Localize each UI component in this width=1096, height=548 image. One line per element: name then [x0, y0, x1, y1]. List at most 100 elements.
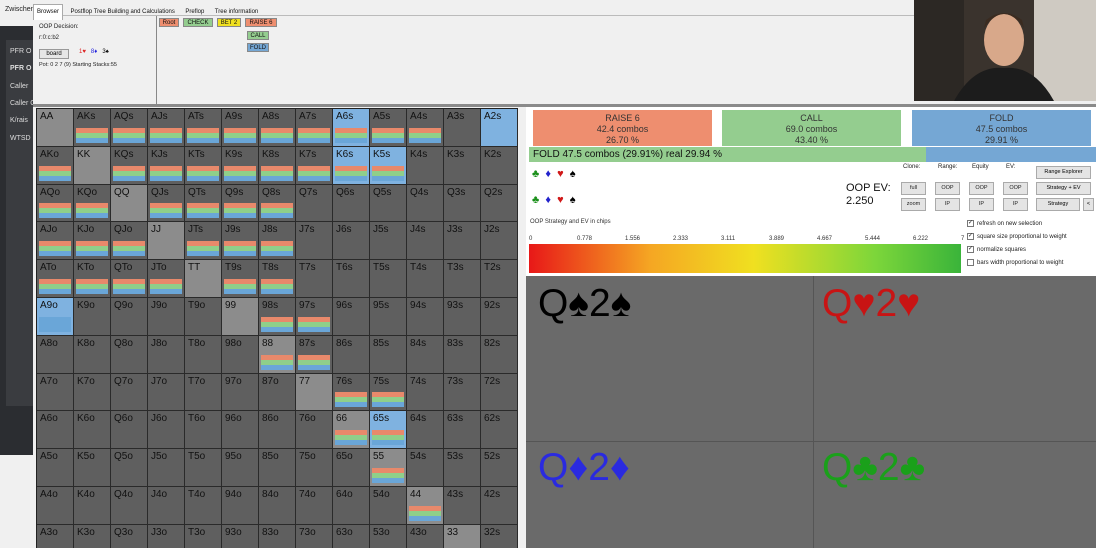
normalize-checkbox[interactable]: ✓ normalize squares [967, 246, 1026, 253]
collapse-arrow-button[interactable]: < [1083, 198, 1094, 211]
hand-cell[interactable]: T3o [185, 524, 222, 548]
hand-cell[interactable]: K3o [74, 524, 111, 548]
hand-cell[interactable]: JTs [185, 222, 222, 261]
club-icon[interactable]: ♣ [532, 168, 539, 180]
combo-spades[interactable]: Q♠2♠ [538, 284, 631, 324]
hand-cell[interactable]: QJs [148, 184, 185, 223]
hand-cell[interactable]: 54s [407, 449, 444, 487]
equity-oop-button[interactable]: OOP [969, 182, 994, 195]
hand-cell[interactable]: 62s [481, 411, 518, 450]
hand-cell[interactable]: K3s [444, 146, 481, 185]
hand-cell[interactable]: 63s [444, 411, 481, 450]
sidebar-item[interactable]: K/rais [10, 117, 28, 124]
hand-cell[interactable]: 83o [259, 524, 296, 548]
hand-cell[interactable]: A8o [37, 335, 74, 374]
hand-cell[interactable]: A5s [370, 109, 407, 147]
hand-cell[interactable]: J8o [148, 335, 185, 374]
hand-cell[interactable]: A6s [333, 109, 370, 147]
hand-cell[interactable]: Q8o [111, 335, 148, 374]
hand-cell[interactable]: Q5o [111, 449, 148, 487]
range-ip-button[interactable]: IP [935, 198, 960, 211]
hand-cell[interactable]: 86s [333, 335, 370, 374]
hand-cell[interactable]: Q9s [222, 184, 259, 223]
hand-cell[interactable]: 52s [481, 449, 518, 487]
spade-icon[interactable]: ♠ [570, 194, 576, 206]
hand-cell[interactable]: 93s [444, 297, 481, 336]
hand-cell[interactable]: 98o [222, 335, 259, 374]
hand-cell[interactable]: 76s [333, 373, 370, 412]
hand-cell[interactable]: Q8s [259, 184, 296, 223]
hand-cell[interactable]: 72s [481, 373, 518, 412]
hand-cell[interactable]: 54o [370, 486, 407, 525]
square-size-checkbox[interactable]: ✓ square size proportional to weight [967, 233, 1067, 240]
hand-cell[interactable]: 63o [333, 524, 370, 548]
hand-cell[interactable]: T9s [222, 260, 259, 298]
hand-cell[interactable]: KQo [74, 184, 111, 223]
clone-full-button[interactable]: full [901, 182, 926, 195]
hand-cell[interactable]: T5o [185, 449, 222, 487]
hand-cell[interactable]: J4s [407, 222, 444, 261]
hand-cell[interactable]: K6s [333, 146, 370, 185]
combo-clubs[interactable]: Q♣2♣ [822, 448, 925, 488]
spade-icon[interactable]: ♠ [570, 168, 576, 180]
hand-cell[interactable]: K9s [222, 146, 259, 185]
action-fold-box[interactable]: FOLD 47.5 combos 29.91 % [912, 110, 1091, 146]
hand-cell[interactable]: 44 [407, 486, 444, 525]
hand-cell[interactable]: A8s [259, 109, 296, 147]
hand-cell[interactable]: 65s [370, 411, 407, 450]
hand-cell[interactable]: A6o [37, 411, 74, 450]
hand-cell[interactable]: A7o [37, 373, 74, 412]
hand-cell[interactable]: T2s [481, 260, 518, 298]
hand-cell[interactable]: K7s [296, 146, 333, 185]
hand-cell[interactable]: 53s [444, 449, 481, 487]
hand-cell[interactable]: 64s [407, 411, 444, 450]
hand-cell[interactable]: Q5s [370, 184, 407, 223]
hand-cell[interactable]: 64o [333, 486, 370, 525]
hand-cell[interactable]: 33 [444, 524, 481, 548]
hand-cell[interactable]: 32s [481, 524, 518, 548]
hand-cell[interactable]: Q9o [111, 297, 148, 336]
hand-cell[interactable]: T9o [185, 297, 222, 336]
hand-cell[interactable]: 95s [370, 297, 407, 336]
hand-cell[interactable]: J8s [259, 222, 296, 261]
hand-cell[interactable]: K6o [74, 411, 111, 450]
checkbox-icon[interactable]: ✓ [967, 233, 974, 240]
hand-cell[interactable]: A4s [407, 109, 444, 147]
hand-cell[interactable]: Q7o [111, 373, 148, 412]
hand-cell[interactable]: 85s [370, 335, 407, 374]
hand-cell[interactable]: 97s [296, 297, 333, 336]
hand-cell[interactable]: 42s [481, 486, 518, 525]
hand-cell[interactable]: K4s [407, 146, 444, 185]
hand-cell[interactable]: 75s [370, 373, 407, 412]
hand-cell[interactable]: KJs [148, 146, 185, 185]
hand-cell[interactable]: 87o [259, 373, 296, 412]
heart-icon[interactable]: ♥ [557, 194, 564, 206]
hand-cell[interactable]: Q2s [481, 184, 518, 223]
action-raise-box[interactable]: RAISE 6 42.4 combos 26.70 % [533, 110, 712, 146]
hand-cell[interactable]: T7s [296, 260, 333, 298]
hand-cell[interactable]: J7o [148, 373, 185, 412]
hand-cell[interactable]: K7o [74, 373, 111, 412]
checkbox-icon[interactable] [967, 259, 974, 266]
ev-ip-button[interactable]: IP [1003, 198, 1028, 211]
tree-call-button[interactable]: CALL [247, 31, 269, 40]
hand-cell[interactable]: 94o [222, 486, 259, 525]
hand-cell[interactable]: 83s [444, 335, 481, 374]
tree-fold-button[interactable]: FOLD [247, 43, 269, 52]
hand-cell[interactable]: AJs [148, 109, 185, 147]
hand-cell[interactable]: T7o [185, 373, 222, 412]
tab-browser[interactable]: Browser [33, 4, 64, 20]
action-call-box[interactable]: CALL 69.0 combos 43.40 % [722, 110, 901, 146]
diamond-icon[interactable]: ♦ [545, 194, 551, 206]
club-icon[interactable]: ♣ [532, 194, 539, 206]
hand-cell[interactable]: Q3o [111, 524, 148, 548]
sidebar-item[interactable]: Caller [10, 83, 28, 90]
hand-cell[interactable]: K2s [481, 146, 518, 185]
hand-cell[interactable]: K8s [259, 146, 296, 185]
hand-cell[interactable]: T3s [444, 260, 481, 298]
hand-cell[interactable]: A4o [37, 486, 74, 525]
hand-cell[interactable]: Q6s [333, 184, 370, 223]
hand-cell[interactable]: ATo [37, 260, 74, 298]
hand-cell[interactable]: AKs [74, 109, 111, 147]
strategy-ev-button[interactable]: Strategy + EV [1036, 182, 1091, 195]
